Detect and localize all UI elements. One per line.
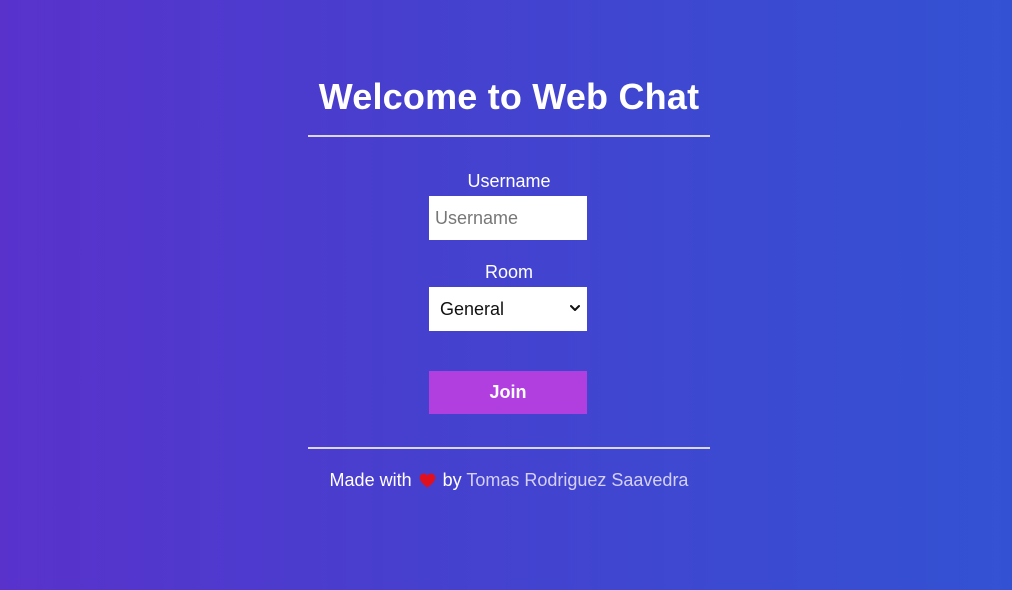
username-label: Username	[467, 171, 551, 191]
bottom-divider	[308, 447, 710, 449]
footer-made-with: Made with	[329, 470, 412, 490]
footer-credit: Made with by Tomas Rodriguez Saavedra	[308, 470, 710, 490]
room-select-value: General	[440, 299, 505, 319]
top-divider	[308, 135, 710, 137]
page-title: Welcome to Web Chat	[318, 76, 700, 117]
author-link[interactable]: Tomas Rodriguez Saavedra	[466, 470, 688, 490]
room-label: Room	[484, 262, 533, 282]
join-button[interactable]: Join	[429, 371, 587, 414]
room-select[interactable]: General	[429, 287, 587, 331]
username-input[interactable]	[429, 196, 587, 240]
footer-by: by	[442, 470, 462, 490]
chevron-down-icon	[570, 305, 580, 311]
heart-icon	[419, 473, 435, 488]
